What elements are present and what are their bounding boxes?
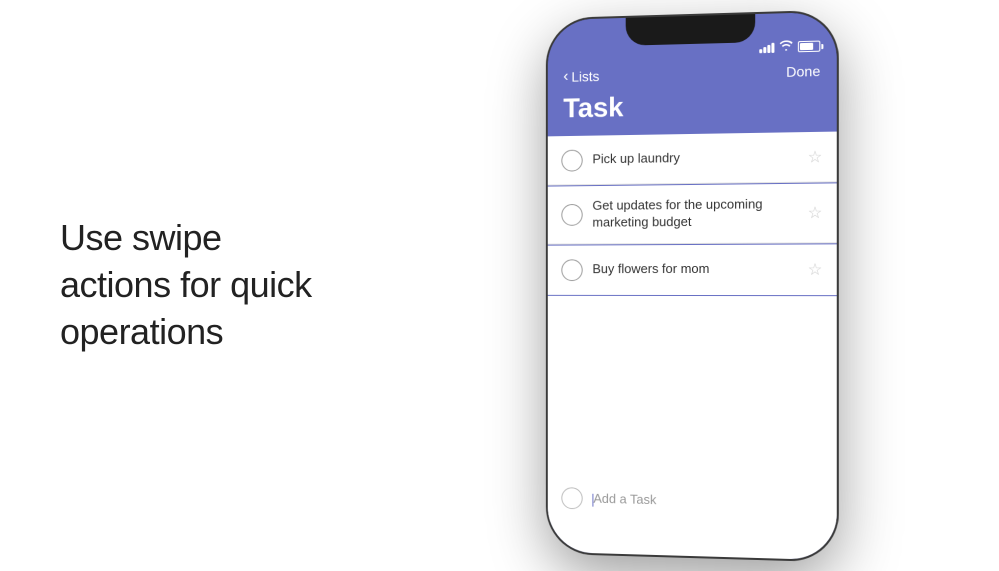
screen-inner: ‹ Lists Done Task Pick up laundry ☆ xyxy=(547,56,836,560)
screen: ‹ Lists Done Task Pick up laundry ☆ xyxy=(547,11,836,560)
task-list: Pick up laundry ☆ Get updates for the up… xyxy=(547,131,836,294)
back-label: Lists xyxy=(571,68,599,84)
task-star-1[interactable]: ☆ xyxy=(807,146,822,166)
phone-frame: ‹ Lists Done Task Pick up laundry ☆ xyxy=(547,11,836,560)
page-title: Task xyxy=(547,82,836,136)
add-task-input[interactable]: Add a Task xyxy=(592,491,822,511)
task-star-3[interactable]: ☆ xyxy=(807,259,822,279)
add-task-placeholder: Add a Task xyxy=(593,491,656,507)
signal-bar-3 xyxy=(767,44,770,52)
task-item[interactable]: Buy flowers for mom ☆ xyxy=(547,244,836,295)
signal-bar-1 xyxy=(759,48,762,52)
signal-bar-4 xyxy=(771,42,774,52)
task-checkbox-2[interactable] xyxy=(561,203,582,225)
task-item[interactable]: Pick up laundry ☆ xyxy=(547,131,836,185)
task-checkbox-1[interactable] xyxy=(561,149,582,171)
task-checkbox-3[interactable] xyxy=(561,259,582,281)
back-chevron-icon: ‹ xyxy=(563,68,568,84)
add-task-checkbox xyxy=(561,487,582,509)
task-text-2: Get updates for the upcoming marketing b… xyxy=(592,195,797,230)
signal-bar-2 xyxy=(763,46,766,52)
task-text-3: Buy flowers for mom xyxy=(592,261,797,278)
left-section: Use swipe actions for quick operations xyxy=(0,175,380,395)
done-button[interactable]: Done xyxy=(786,62,820,79)
battery-icon xyxy=(797,40,819,52)
nav-back-button[interactable]: ‹ Lists xyxy=(563,68,599,85)
task-item[interactable]: Get updates for the upcoming marketing b… xyxy=(547,183,836,244)
task-text-1: Pick up laundry xyxy=(592,148,797,168)
right-section: ‹ Lists Done Task Pick up laundry ☆ xyxy=(380,0,999,571)
status-bar-right xyxy=(759,39,820,54)
battery-fill xyxy=(799,42,812,49)
notch xyxy=(625,14,755,46)
status-bar-left xyxy=(563,57,622,58)
wifi-icon xyxy=(779,40,792,53)
add-task-row[interactable]: Add a Task xyxy=(547,473,836,530)
task-star-2[interactable]: ☆ xyxy=(807,202,822,222)
signal-bars-icon xyxy=(759,42,774,52)
tagline: Use swipe actions for quick operations xyxy=(60,215,320,355)
